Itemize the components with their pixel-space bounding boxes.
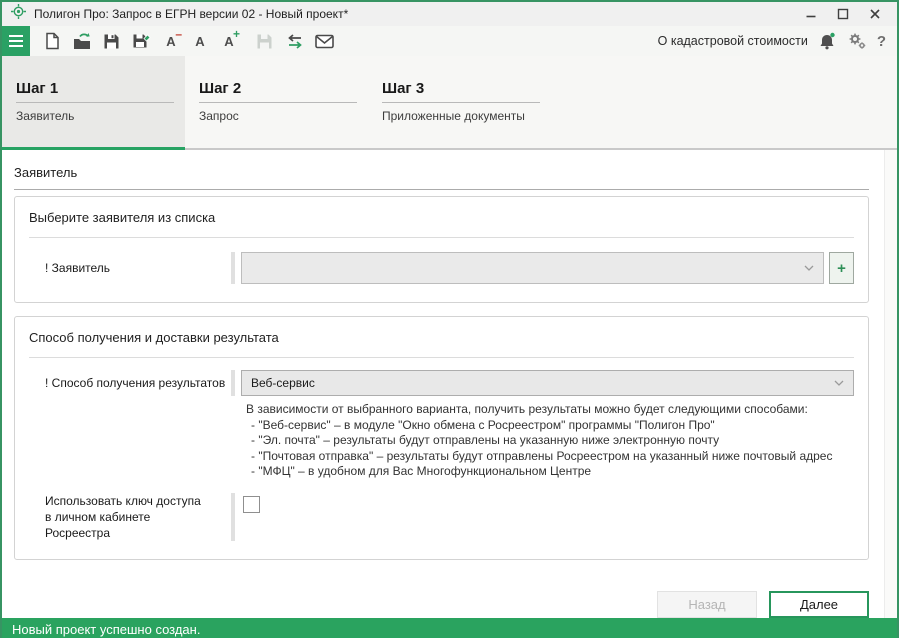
applicant-groupbox-title: Выберите заявителя из списка [29, 210, 854, 225]
notifications-bell-icon[interactable] [817, 31, 838, 51]
exchange-icon[interactable] [284, 31, 305, 51]
title-bar: Полигон Про: Запрос в ЕГРН версии 02 - Н… [2, 2, 897, 26]
field-divider [231, 370, 235, 396]
vertical-scrollbar[interactable] [884, 150, 897, 618]
export-xml-icon-disabled [254, 31, 275, 51]
chevron-down-icon [834, 380, 844, 386]
next-button[interactable]: Далее [769, 591, 869, 618]
main-menu-button[interactable] [2, 26, 30, 56]
tab-step3-documents[interactable]: Шаг 3 Приложенные документы [368, 56, 551, 148]
applicant-select[interactable] [241, 252, 824, 284]
field-divider [231, 252, 235, 284]
maximize-button[interactable] [837, 8, 849, 20]
applicant-groupbox: Выберите заявителя из списка ! Заявитель… [14, 196, 869, 303]
tab-subtitle: Приложенные документы [382, 109, 551, 123]
delivery-method-value: Веб-сервис [251, 376, 315, 390]
save-as-icon[interactable] [131, 31, 152, 51]
tab-title: Шаг 3 [382, 80, 540, 103]
applicant-field-label: ! Заявитель [45, 261, 231, 275]
plus-icon: + [837, 260, 846, 277]
window-title: Полигон Про: Запрос в ЕГРН версии 02 - Н… [34, 7, 805, 21]
settings-gears-icon[interactable] [847, 31, 868, 51]
field-divider [231, 493, 235, 541]
app-window: Полигон Про: Запрос в ЕГРН версии 02 - Н… [0, 0, 899, 638]
delivery-help-text: В зависимости от выбранного варианта, по… [246, 402, 854, 480]
cadastral-value-link[interactable]: О кадастровой стоимости [658, 34, 808, 48]
close-button[interactable] [869, 8, 881, 20]
status-message: Новый проект успешно создан. [12, 622, 200, 637]
delivery-groupbox: Способ получения и доставки результата !… [14, 316, 869, 560]
main-content: Заявитель Выберите заявителя из списка !… [2, 150, 897, 618]
page-title: Заявитель [14, 165, 869, 190]
tab-subtitle: Заявитель [16, 109, 185, 123]
chevron-down-icon [804, 265, 814, 271]
tab-subtitle: Запрос [199, 109, 368, 123]
status-bar: Новый проект успешно создан. [2, 618, 897, 638]
divider [29, 237, 854, 238]
delivery-method-select[interactable]: Веб-сервис [241, 370, 854, 396]
minimize-button[interactable] [805, 8, 817, 20]
font-increase-icon[interactable]: A+ [219, 34, 239, 49]
open-project-icon[interactable] [71, 31, 92, 51]
delivery-method-label: ! Способ получения результатов [45, 376, 231, 390]
wizard-steps: Шаг 1 Заявитель Шаг 2 Запрос Шаг 3 Прило… [2, 56, 897, 150]
back-button[interactable]: Назад [657, 591, 757, 618]
wizard-nav-buttons: Назад Далее [14, 591, 869, 618]
new-project-icon[interactable] [41, 31, 62, 51]
app-logo-icon [11, 4, 26, 24]
save-icon[interactable] [101, 31, 122, 51]
toolbar: A– A A+ [2, 26, 897, 56]
tab-step2-request[interactable]: Шаг 2 Запрос [185, 56, 368, 148]
rosreestr-key-checkbox-label: Использовать ключ доступа в личном кабин… [45, 493, 231, 541]
tab-title: Шаг 1 [16, 80, 174, 103]
tab-step1-applicant[interactable]: Шаг 1 Заявитель [2, 56, 185, 148]
font-default-icon[interactable]: A [190, 34, 210, 49]
font-decrease-icon[interactable]: A– [161, 34, 181, 49]
delivery-groupbox-title: Способ получения и доставки результата [29, 330, 854, 345]
add-applicant-button[interactable]: + [829, 252, 854, 284]
mail-icon[interactable] [314, 31, 335, 51]
help-icon[interactable]: ? [877, 33, 886, 50]
divider [29, 357, 854, 358]
rosreestr-key-checkbox[interactable] [243, 496, 260, 513]
tab-title: Шаг 2 [199, 80, 357, 103]
